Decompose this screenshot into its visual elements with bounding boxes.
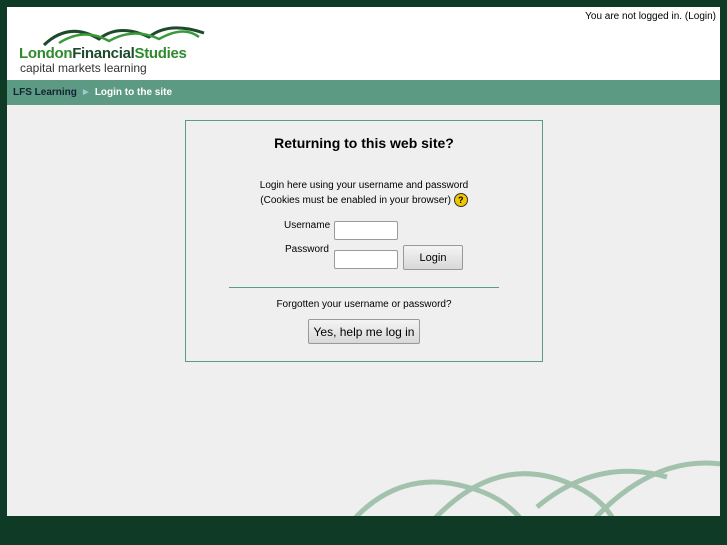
login-title: Returning to this web site?	[274, 135, 454, 151]
logo-text: LondonFinancialStudies	[19, 45, 187, 62]
forgot-password-button[interactable]: Yes, help me log in	[308, 319, 420, 344]
decorative-swoosh-icon	[353, 460, 720, 516]
password-input[interactable]	[334, 250, 398, 269]
login-description: Login here using your username and passw…	[259, 180, 469, 208]
help-icon[interactable]: ?	[453, 193, 468, 208]
divider	[229, 287, 499, 288]
login-box: Returning to this web site? Login here u…	[185, 120, 543, 362]
logo-tagline: capital markets learning	[20, 61, 147, 75]
page: LondonFinancialStudies capital markets l…	[7, 7, 720, 516]
breadcrumb: LFS Learning ► Login to the site	[7, 80, 720, 105]
breadcrumb-separator-icon: ►	[80, 87, 91, 98]
username-input[interactable]	[334, 221, 398, 240]
password-label: Password	[285, 244, 329, 255]
forgot-text: Forgotten your username or password?	[276, 299, 452, 310]
username-label: Username	[284, 220, 331, 231]
login-info: You are not logged in. (Login)	[585, 11, 716, 22]
breadcrumb-current: Login to the site	[94, 87, 173, 98]
login-link[interactable]: (Login)	[685, 11, 716, 22]
login-button[interactable]: Login	[403, 245, 463, 270]
header: LondonFinancialStudies capital markets l…	[7, 7, 720, 80]
breadcrumb-home[interactable]: LFS Learning	[13, 87, 77, 98]
